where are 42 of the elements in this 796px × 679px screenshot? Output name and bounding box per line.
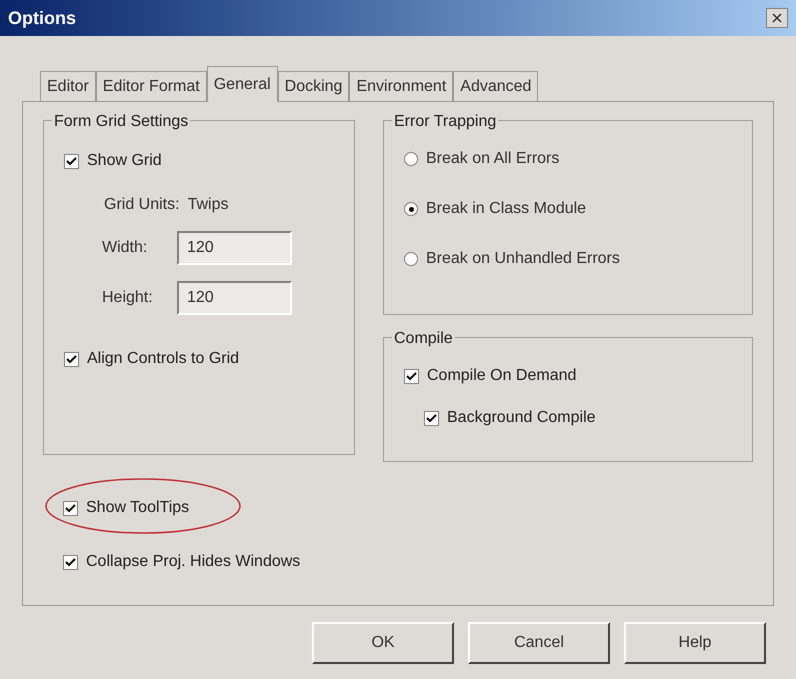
tab[interactable]: General [206, 66, 278, 102]
radio-label: Break on Unhandled Errors [426, 249, 620, 269]
checkbox[interactable] [63, 500, 78, 516]
checkbox-label: Background Compile [447, 408, 596, 428]
dialog-button[interactable]: OK [312, 622, 454, 664]
tab[interactable]: Docking [278, 71, 350, 101]
checkbox-label: Align Controls to Grid [87, 349, 240, 369]
field-label: Height: [102, 288, 154, 308]
checkbox-label: Collapse Proj. Hides Windows [86, 552, 300, 572]
check-icon [426, 412, 437, 424]
tab[interactable]: Editor Format [96, 71, 207, 101]
check-icon [66, 156, 77, 166]
close-icon [772, 13, 782, 23]
check-icon [65, 556, 76, 568]
checkbox-label: Show Grid [87, 151, 162, 171]
field-label: Width: [102, 238, 148, 258]
checkbox-label: Show ToolTips [86, 498, 190, 518]
check-icon [65, 502, 76, 514]
checkbox[interactable] [424, 410, 439, 426]
grid-units-label: Grid Units: [104, 195, 180, 215]
grid-units-value: Twips [188, 195, 228, 215]
dialog-button[interactable]: Help [624, 622, 766, 664]
tab[interactable]: Environment [349, 71, 454, 101]
radio-button[interactable] [404, 152, 418, 166]
input-field[interactable]: 120 [177, 281, 292, 315]
checkbox[interactable] [404, 368, 419, 384]
close-button[interactable] [766, 8, 788, 28]
radio-label: Break in Class Module [426, 199, 586, 219]
tab[interactable]: Advanced [453, 71, 538, 101]
check-icon [66, 354, 77, 364]
checkbox[interactable] [63, 554, 78, 570]
checkbox[interactable] [64, 352, 79, 366]
tab[interactable]: Editor [40, 71, 96, 101]
radio-button[interactable] [404, 202, 418, 216]
radio-button[interactable] [404, 252, 418, 266]
input-field[interactable]: 120 [177, 231, 292, 265]
window-title: Options [8, 6, 76, 30]
checkbox-label: Compile On Demand [427, 366, 576, 386]
check-icon [406, 370, 417, 382]
dialog-button[interactable]: Cancel [468, 622, 610, 664]
checkbox[interactable] [64, 154, 79, 168]
radio-label: Break on All Errors [426, 149, 560, 169]
